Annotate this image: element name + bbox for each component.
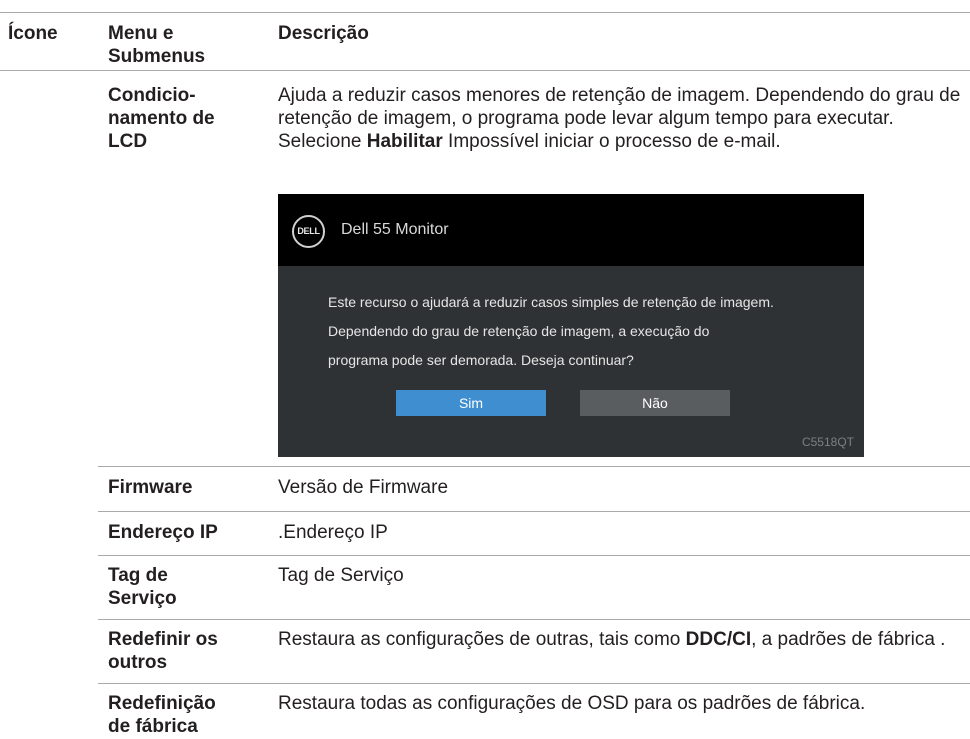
osd-message-line: Este recurso o ajudará a reduzir casos s… — [328, 294, 774, 310]
menu-ip-address: Endereço IP — [108, 522, 218, 543]
header-menu-line: Menu e — [108, 23, 174, 44]
desc-firmware: Versão de Firmware — [278, 477, 449, 498]
header-icon: Ícone — [8, 23, 58, 44]
menu-line: outros — [108, 652, 168, 673]
table-top-rule — [0, 12, 970, 13]
row-rule — [98, 683, 970, 684]
desc-service-tag: Tag de Serviço — [278, 565, 404, 586]
row-rule — [98, 619, 970, 620]
menu-line: LCD — [108, 131, 148, 152]
menu-line: Redefinir os — [108, 629, 218, 650]
osd-yes-button[interactable]: Sim — [396, 390, 546, 416]
menu-line: namento de — [108, 108, 215, 129]
menu-service-tag: Tag de Serviço — [108, 564, 177, 610]
row-rule — [98, 466, 970, 467]
osd-message: Este recurso o ajudará a reduzir casos s… — [328, 288, 848, 375]
osd-dialog: DELL Dell 55 Monitor Este recurso o ajud… — [278, 194, 864, 457]
header-description: Descrição — [278, 23, 369, 44]
desc-text: , a padrões de fábrica . — [751, 629, 946, 650]
menu-line: de fábrica — [108, 716, 198, 737]
osd-title: Dell 55 Monitor — [341, 221, 449, 238]
menu-reset-others: Redefinir os outros — [108, 628, 218, 674]
osd-message-line: programa pode ser demorada. Deseja conti… — [328, 352, 634, 368]
desc-text: Impossível iniciar o processo de e-mail. — [442, 131, 781, 152]
row-rule — [98, 511, 970, 512]
osd-header: DELL Dell 55 Monitor — [278, 194, 864, 266]
desc-bold: DDC/CI — [685, 629, 752, 650]
desc-ip-address: .Endereço IP — [278, 522, 388, 543]
menu-lcd-conditioning: Condicio- namento de LCD — [108, 84, 215, 153]
osd-message-line: Dependendo do grau de retenção de imagem… — [328, 323, 710, 339]
desc-bold: Habilitar — [366, 131, 443, 152]
menu-line: Redefinição — [108, 693, 216, 714]
header-menu: Menu e Submenus — [108, 22, 205, 68]
menu-line: Tag de — [108, 565, 168, 586]
menu-line: Serviço — [108, 588, 177, 609]
menu-firmware: Firmware — [108, 477, 193, 498]
header-rule — [0, 70, 970, 71]
desc-factory-reset: Restaura todas as configurações de OSD p… — [278, 693, 866, 714]
desc-lcd-conditioning: Ajuda a reduzir casos menores de retençã… — [278, 84, 968, 153]
menu-factory-reset: Redefinição de fábrica — [108, 692, 216, 738]
desc-text: Restaura as configurações de outras, tai… — [278, 629, 686, 650]
desc-reset-others: Restaura as configurações de outras, tai… — [278, 628, 968, 651]
header-menu-line: Submenus — [108, 46, 206, 67]
osd-model-label: C5518QT — [801, 435, 854, 449]
osd-no-button[interactable]: Não — [580, 390, 730, 416]
row-rule — [98, 555, 970, 556]
menu-line: Condicio- — [108, 85, 196, 106]
dell-logo-icon: DELL — [292, 215, 325, 248]
